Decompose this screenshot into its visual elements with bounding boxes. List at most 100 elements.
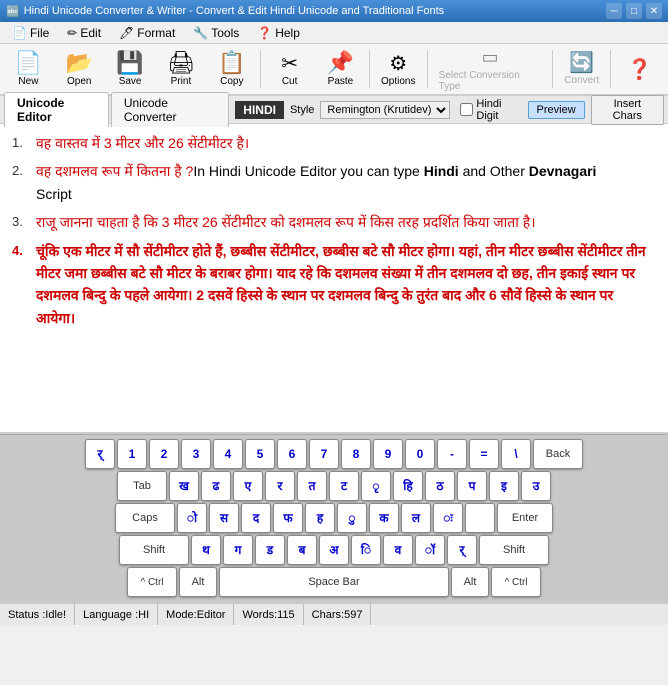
style-label: Style <box>290 104 314 116</box>
kb-row-1: र् 1 2 3 4 5 6 7 8 9 0 - = \ Back <box>4 439 664 469</box>
kb-key-backspace[interactable]: Back <box>533 439 583 469</box>
tools-menu[interactable]: 🔧 Tools <box>185 24 247 42</box>
kb-key-minus[interactable]: - <box>437 439 467 469</box>
kb-key-sa[interactable]: स <box>209 503 239 533</box>
kb-key-6[interactable]: 6 <box>277 439 307 469</box>
kb-key-4[interactable]: 4 <box>213 439 243 469</box>
toolbar-separator-3 <box>427 50 428 88</box>
kb-key-space[interactable]: Space Bar <box>219 567 449 597</box>
hindi-language-badge: HINDI <box>235 101 284 119</box>
convert-button[interactable]: 🔄 Convert <box>557 46 606 92</box>
language-label: Language : <box>83 609 138 621</box>
kb-key-pha[interactable]: फ <box>273 503 303 533</box>
kb-key-hi[interactable]: हि <box>393 471 423 501</box>
maximize-button[interactable]: □ <box>626 3 642 19</box>
preview-button[interactable]: Preview <box>528 101 585 119</box>
status-chars-segment: Chars: 597 <box>304 604 372 625</box>
kb-key-ru[interactable]: ृ <box>361 471 391 501</box>
kb-key-visarga[interactable]: ः <box>433 503 463 533</box>
kb-key-8[interactable]: 8 <box>341 439 371 469</box>
kb-key-0[interactable]: 0 <box>405 439 435 469</box>
kb-key-ii[interactable]: इ <box>489 471 519 501</box>
kb-key-5[interactable]: 5 <box>245 439 275 469</box>
minimize-button[interactable]: ─ <box>606 3 622 19</box>
kb-key-ta[interactable]: त <box>297 471 327 501</box>
kb-key-dda[interactable]: ड <box>255 535 285 565</box>
save-button[interactable]: Save <box>106 46 155 92</box>
kb-key-1[interactable]: 1 <box>117 439 147 469</box>
kb-key-equals[interactable]: = <box>469 439 499 469</box>
convert-icon: 🔄 <box>569 53 594 73</box>
kb-key-u-matra[interactable]: ु <box>337 503 367 533</box>
hindi-digit-checkbox[interactable] <box>460 103 473 116</box>
new-icon <box>15 52 42 74</box>
kb-key-shift-right[interactable]: Shift <box>479 535 549 565</box>
kb-key-3[interactable]: 3 <box>181 439 211 469</box>
copy-button[interactable]: Copy <box>207 46 256 92</box>
kb-key-i-matra[interactable]: ि <box>351 535 381 565</box>
close-button[interactable]: ✕ <box>646 3 662 19</box>
kb-key-tab[interactable]: Tab <box>117 471 167 501</box>
status-words-segment: Words: 115 <box>234 604 303 625</box>
kb-key-caps[interactable]: Caps <box>115 503 175 533</box>
tools-icon: 🔧 <box>193 26 208 40</box>
options-button[interactable]: Options <box>374 46 423 92</box>
style-select[interactable]: Remington (Krutidev) <box>320 101 450 119</box>
mode-value: Editor <box>197 609 226 621</box>
kb-key-tha[interactable]: थ <box>191 535 221 565</box>
kb-key-u[interactable]: उ <box>521 471 551 501</box>
kb-key-2[interactable]: 2 <box>149 439 179 469</box>
kb-key-9[interactable]: 9 <box>373 439 403 469</box>
kb-key-empty[interactable] <box>465 503 495 533</box>
kb-key-pa[interactable]: प <box>457 471 487 501</box>
select-conversion-button[interactable]: ▭ Select Conversion Type <box>432 46 549 92</box>
new-button[interactable]: New <box>4 46 53 92</box>
print-button[interactable]: Print <box>157 46 206 92</box>
tab-unicode-converter[interactable]: Unicode Converter <box>111 92 229 127</box>
cut-button[interactable]: Cut <box>265 46 314 92</box>
kb-key-ka[interactable]: क <box>369 503 399 533</box>
format-menu[interactable]: 🖊 Format <box>111 24 183 42</box>
kb-key-ddha[interactable]: ढ <box>201 471 231 501</box>
file-menu[interactable]: 📄 File <box>4 24 57 42</box>
kb-key-alt-right[interactable]: Alt <box>451 567 489 597</box>
insert-chars-button[interactable]: Insert Chars <box>591 95 664 125</box>
kb-key-enter[interactable]: Enter <box>497 503 553 533</box>
kb-key-tta[interactable]: ट <box>329 471 359 501</box>
kb-key-ba[interactable]: ब <box>287 535 317 565</box>
editor-line-3: 3. राजू जानना चाहता है कि 3 मीटर 26 सेंट… <box>12 211 656 233</box>
kb-key-7[interactable]: 7 <box>309 439 339 469</box>
kb-key-ha[interactable]: ह <box>305 503 335 533</box>
kb-key-ra[interactable]: र् <box>85 439 115 469</box>
kb-key-shift-left[interactable]: Shift <box>119 535 189 565</box>
editor-line-2: 2. वह दशमलव रूप में कितना है ?In Hindi U… <box>12 160 656 205</box>
kb-key-ctrl-left[interactable]: ^ Ctrl <box>127 567 177 597</box>
kb-key-ctrl-right[interactable]: ^ Ctrl <box>491 567 541 597</box>
help-toolbar-button[interactable] <box>615 46 664 92</box>
kb-key-e[interactable]: ए <box>233 471 263 501</box>
paste-button[interactable]: Paste <box>316 46 365 92</box>
kb-key-o-matra[interactable]: ो <box>177 503 207 533</box>
kb-key-va[interactable]: व <box>383 535 413 565</box>
status-mode-segment: Mode: Editor <box>158 604 234 625</box>
editor-area[interactable]: 1. वह वास्तव में 3 मीटर और 26 सेंटीमीटर … <box>0 124 668 434</box>
open-button[interactable]: Open <box>55 46 104 92</box>
app-icon: 🔤 <box>6 5 20 18</box>
kb-key-alt-left[interactable]: Alt <box>179 567 217 597</box>
kb-key-da[interactable]: द <box>241 503 271 533</box>
kb-key-backslash[interactable]: \ <box>501 439 531 469</box>
kb-key-kha[interactable]: ख <box>169 471 199 501</box>
edit-menu[interactable]: ✏ Edit <box>59 24 109 42</box>
kb-key-oo-matra[interactable]: ॉ <box>415 535 445 565</box>
kb-key-ra-hal[interactable]: र् <box>447 535 477 565</box>
kb-key-la[interactable]: ल <box>401 503 431 533</box>
kb-key-r[interactable]: र <box>265 471 295 501</box>
tab-unicode-editor[interactable]: Unicode Editor <box>4 92 109 127</box>
line-content-1: वह वास्तव में 3 मीटर और 26 सेंटीमीटर है। <box>36 132 656 154</box>
help-menu[interactable]: ❓ Help <box>249 24 308 42</box>
toolbar-separator-2 <box>369 50 370 88</box>
kb-key-a[interactable]: अ <box>319 535 349 565</box>
kb-key-ttha[interactable]: ठ <box>425 471 455 501</box>
kb-key-ga[interactable]: ग <box>223 535 253 565</box>
print-icon <box>167 52 195 74</box>
